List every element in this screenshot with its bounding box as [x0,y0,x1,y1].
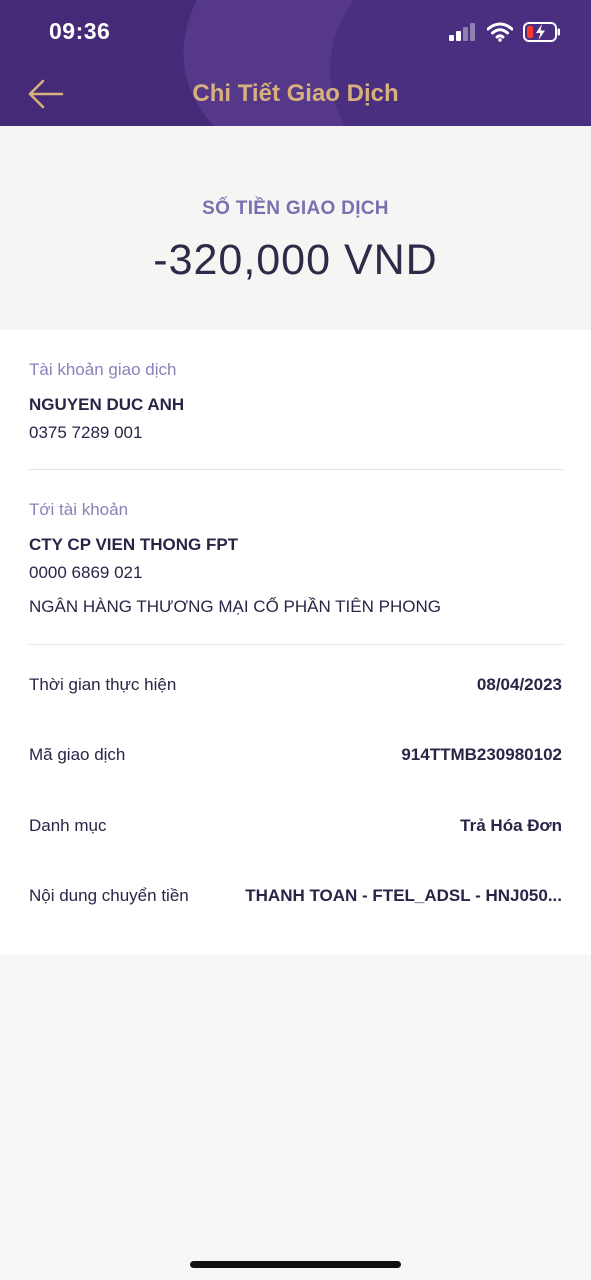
from-account-name: NGUYEN DUC ANH [29,395,185,414]
amount-value: -320,000 VND [153,236,438,284]
transaction-code-label: Mã giao dịch [29,745,126,764]
to-account-name: CTY CP VIEN THONG FPT [29,535,239,554]
to-account-label: Tới tài khoản [29,500,129,519]
transaction-time-label: Thời gian thực hiện [29,675,177,694]
category-value: Trả Hóa Đơn [460,816,562,835]
status-time: 09:36 [49,18,111,44]
transaction-time-value: 08/04/2023 [476,675,562,694]
wifi-icon [487,22,513,42]
home-indicator[interactable] [190,1261,401,1268]
divider [29,469,563,470]
transaction-code-value: 914TTMB230980102 [401,745,562,764]
transfer-content-value: THANH TOAN - FTEL_ADSL - HNJ050... [245,886,562,905]
top-bar: 09:36 Chi Tiết Giao Dịch [0,0,591,126]
to-account-number: 0000 6869 021 [29,563,143,582]
cellular-signal-icon [449,23,475,41]
category-label: Danh mục [29,816,107,835]
battery-charging-icon [523,22,560,42]
transfer-content-label: Nội dung chuyển tiền [29,886,189,905]
from-account-number: 0375 7289 001 [29,423,143,442]
amount-section: SỐ TIỀN GIAO DỊCH -320,000 VND [0,126,591,330]
divider [29,644,563,645]
to-account-bank: NGÂN HÀNG THƯƠNG MẠI CỔ PHẦN TIÊN PHONG [29,597,441,616]
transaction-details: Tài khoản giao dịch NGUYEN DUC ANH 0375 … [0,330,591,955]
page-title: Chi Tiết Giao Dịch [192,80,399,107]
amount-label: SỐ TIỀN GIAO DỊCH [202,198,389,219]
from-account-label: Tài khoản giao dịch [29,360,177,379]
status-icons [449,20,561,44]
